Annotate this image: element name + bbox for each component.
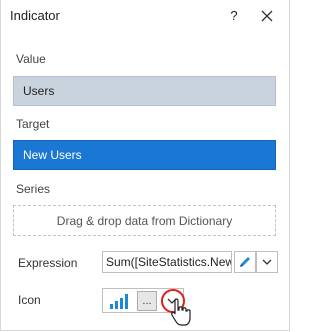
icon-label: Icon (18, 293, 41, 307)
pencil-icon (240, 257, 250, 267)
help-button[interactable]: ? (227, 7, 241, 25)
indicator-dialog: Indicator ? Value Users Target New Users… (0, 0, 290, 331)
series-drop-zone[interactable]: Drag & drop data from Dictionary (13, 205, 276, 236)
target-field[interactable]: New Users (13, 140, 276, 170)
signal-bars-icon (110, 294, 128, 309)
close-icon (261, 10, 273, 22)
dialog-title: Indicator (10, 8, 60, 23)
mouse-cursor-icon (171, 298, 191, 326)
expression-dropdown-button[interactable] (256, 251, 278, 273)
value-label: Value (16, 52, 46, 66)
value-field[interactable]: Users (13, 76, 276, 106)
series-label: Series (16, 182, 51, 196)
expression-input[interactable]: Sum([SiteStatistics.New Users]) (102, 251, 232, 273)
close-button[interactable] (260, 9, 274, 23)
icon-browse-button[interactable]: ... (137, 291, 157, 311)
edit-expression-button[interactable] (234, 251, 256, 273)
chevron-down-icon (262, 259, 272, 265)
expression-label: Expression (18, 256, 78, 270)
target-label: Target (16, 117, 50, 131)
title-bar: Indicator ? (1, 0, 292, 34)
